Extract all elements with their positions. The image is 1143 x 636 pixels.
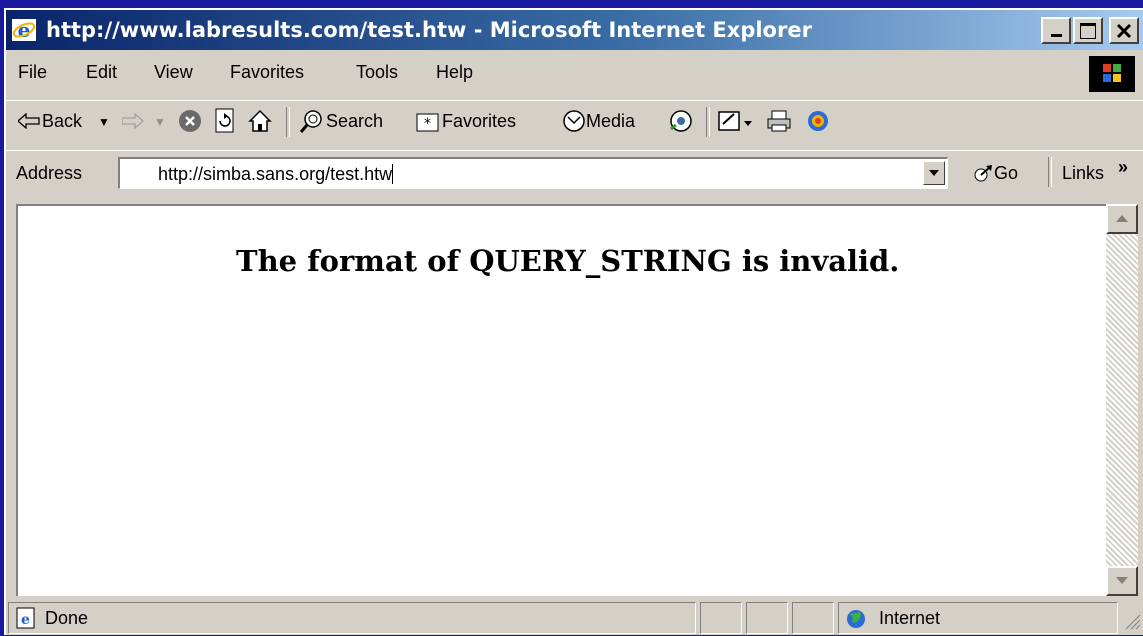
address-label: Address	[16, 163, 83, 183]
back-arrow-icon	[18, 113, 40, 129]
title-bar[interactable]: e http://www.labresults.com/test.htw - M…	[6, 10, 1143, 50]
go-arrow-icon	[974, 165, 992, 182]
toolbar-separator	[706, 107, 710, 137]
mail-icon[interactable]	[718, 109, 754, 133]
toolbar-separator	[286, 107, 290, 137]
address-bar: Address http://simba.sans.org/test.htw G…	[6, 150, 1143, 195]
svg-text:e: e	[18, 19, 31, 41]
stop-icon[interactable]	[178, 109, 202, 133]
zone-text: Internet	[879, 608, 941, 628]
window-title: http://www.labresults.com/test.htw - Mic…	[46, 18, 812, 42]
status-bar: e Done Internet	[6, 600, 1143, 636]
media-button[interactable]: Media	[586, 111, 635, 132]
menu-help[interactable]: Help	[436, 62, 473, 83]
status-text: Done	[45, 608, 89, 628]
refresh-icon[interactable]	[214, 108, 236, 134]
favorites-icon: *	[416, 113, 439, 132]
toolbar-separator	[1048, 157, 1052, 187]
back-button[interactable]: Back	[42, 111, 82, 132]
forward-dropdown-icon[interactable]: ▼	[154, 115, 166, 129]
maximize-button[interactable]	[1073, 17, 1103, 44]
address-dropdown-button[interactable]	[923, 161, 945, 185]
status-pane	[792, 602, 834, 634]
maximize-icon	[1080, 23, 1096, 39]
status-pane	[700, 602, 742, 634]
status-zone-pane: Internet	[838, 602, 1118, 634]
address-input[interactable]: http://simba.sans.org/test.htw	[118, 157, 948, 189]
minimize-icon	[1051, 34, 1062, 37]
close-icon	[1116, 23, 1132, 39]
print-icon[interactable]	[766, 109, 792, 133]
media-icon	[563, 110, 585, 132]
ie-logo-icon: e	[12, 19, 36, 41]
menu-tools[interactable]: Tools	[356, 62, 398, 83]
menu-file[interactable]: File	[18, 62, 47, 83]
arrow-down-icon	[1116, 577, 1128, 584]
scroll-down-button[interactable]	[1106, 566, 1138, 596]
minimize-button[interactable]	[1041, 17, 1071, 44]
close-button[interactable]	[1109, 17, 1139, 44]
links-button[interactable]: Links	[1062, 163, 1104, 184]
back-dropdown-icon[interactable]: ▼	[98, 115, 110, 129]
vertical-scrollbar[interactable]	[1106, 204, 1138, 596]
home-icon[interactable]	[248, 109, 272, 133]
links-chevron-icon[interactable]: »	[1118, 157, 1128, 178]
menu-edit[interactable]: Edit	[86, 62, 117, 83]
history-icon[interactable]	[668, 109, 694, 133]
status-pane	[746, 602, 788, 634]
menu-view[interactable]: View	[154, 62, 193, 83]
arrow-up-icon	[1116, 215, 1128, 222]
windows-throbber-icon	[1089, 56, 1135, 92]
search-button[interactable]: Search	[326, 111, 383, 132]
standard-toolbar: Back ▼ ▼ Search * Favorites Media	[6, 100, 1143, 141]
forward-arrow-icon[interactable]	[122, 113, 144, 129]
favorites-button[interactable]: Favorites	[442, 111, 516, 132]
text-caret	[392, 164, 394, 184]
resize-grip-icon[interactable]	[1123, 612, 1141, 630]
menu-bar: File Edit View Favorites Tools Help	[6, 55, 1143, 91]
status-pane-main: e Done	[8, 602, 696, 634]
globe-icon	[847, 610, 865, 628]
address-value: http://simba.sans.org/test.htw	[158, 164, 393, 184]
page-content: The format of QUERY_STRING is invalid.	[16, 204, 1106, 596]
svg-text:*: *	[424, 116, 431, 132]
search-icon	[300, 110, 322, 133]
messenger-icon[interactable]	[806, 109, 830, 133]
page-icon: e	[16, 607, 35, 629]
chevron-down-icon	[929, 170, 939, 176]
browser-window: e http://www.labresults.com/test.htw - M…	[4, 8, 1143, 635]
scroll-up-button[interactable]	[1106, 204, 1138, 234]
svg-text:e: e	[21, 612, 30, 628]
error-message: The format of QUERY_STRING is invalid.	[236, 244, 900, 278]
go-button[interactable]: Go	[994, 163, 1018, 184]
menu-favorites[interactable]: Favorites	[230, 62, 304, 83]
